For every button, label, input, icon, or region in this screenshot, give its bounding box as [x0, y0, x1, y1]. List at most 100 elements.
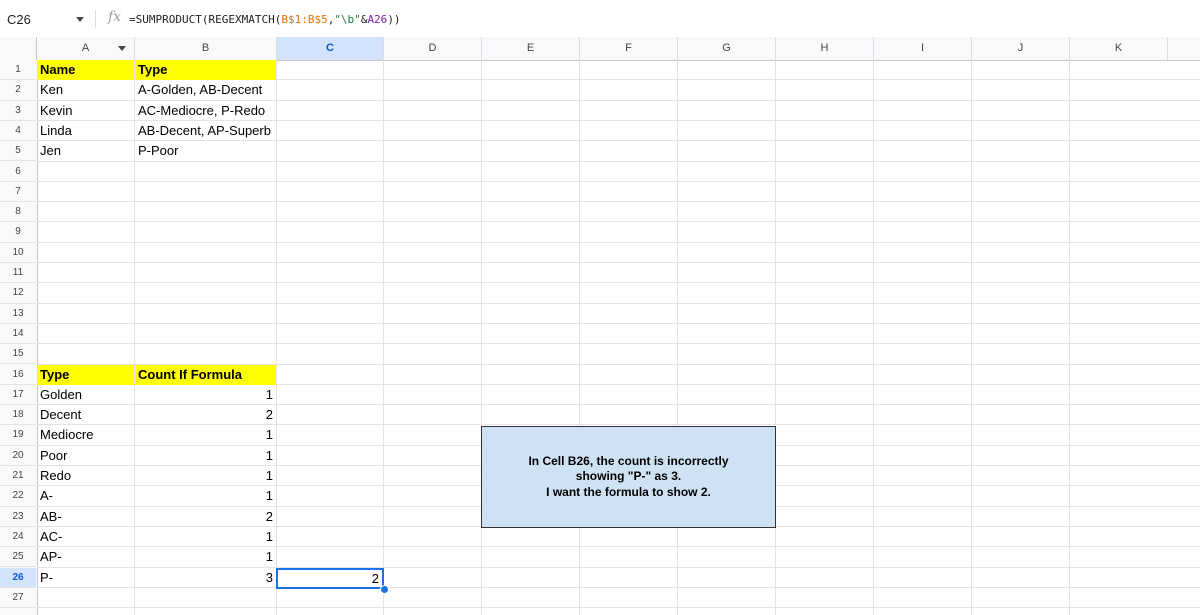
- column-header-f[interactable]: F: [580, 37, 678, 60]
- text-box-note[interactable]: In Cell B26, the count is incorrectly sh…: [481, 426, 776, 528]
- row-header-3[interactable]: 3: [0, 101, 36, 121]
- cell-count[interactable]: 1: [135, 425, 276, 445]
- select-all-corner[interactable]: [0, 37, 37, 60]
- cell-header-type2[interactable]: Type: [37, 364, 134, 385]
- gridline: [37, 241, 1200, 243]
- cell-name[interactable]: Jen: [37, 141, 134, 161]
- cell-type2[interactable]: P-: [37, 568, 134, 588]
- column-headers: ABCDEFGHIJK: [0, 37, 1200, 61]
- row-header-15[interactable]: 15: [0, 344, 36, 365]
- row-header-26[interactable]: 26: [0, 567, 36, 588]
- name-box-dropdown-icon[interactable]: [76, 17, 84, 22]
- cell-type2[interactable]: AP-: [37, 547, 134, 567]
- column-header-j[interactable]: J: [972, 37, 1070, 60]
- row-header-19[interactable]: 19: [0, 425, 36, 446]
- cell-type[interactable]: P-Poor: [135, 141, 276, 161]
- cell-name[interactable]: Kevin: [37, 101, 134, 121]
- row-header-14[interactable]: 14: [0, 324, 36, 345]
- gridline: [775, 60, 776, 615]
- row-header-7[interactable]: 7: [0, 182, 36, 203]
- row-header-25[interactable]: 25: [0, 547, 36, 568]
- cell-type2[interactable]: A-: [37, 486, 134, 506]
- formula-input[interactable]: =SUMPRODUCT(REGEXMATCH(B$1:B$5,"\b"&A26)…: [129, 13, 401, 26]
- column-header-k[interactable]: K: [1070, 37, 1168, 60]
- cell-count[interactable]: 1: [135, 486, 276, 506]
- column-header-c[interactable]: C: [277, 37, 384, 60]
- gridline: [37, 282, 1200, 284]
- cell-header-count[interactable]: Count If Formula: [135, 364, 276, 385]
- cell-count[interactable]: 2: [135, 405, 276, 425]
- selected-cell-c26[interactable]: 2: [276, 568, 384, 589]
- cell-type2[interactable]: Golden: [37, 385, 134, 405]
- cell-type[interactable]: A-Golden, AB-Decent: [135, 80, 276, 100]
- cell-type2[interactable]: Poor: [37, 446, 134, 466]
- gridline: [37, 322, 1200, 324]
- gridline: [37, 607, 1200, 609]
- row-header-9[interactable]: 9: [0, 222, 36, 243]
- cell-type[interactable]: AC-Mediocre, P-Redo: [135, 101, 276, 121]
- formula-suffix: )): [387, 13, 401, 26]
- formula-prefix: =SUMPRODUCT(REGEXMATCH(: [129, 13, 282, 26]
- column-header-a[interactable]: A: [37, 37, 135, 60]
- column-header-b[interactable]: B: [135, 37, 277, 60]
- row-header-6[interactable]: 6: [0, 162, 36, 182]
- gridline: [37, 201, 1200, 203]
- row-header-24[interactable]: 24: [0, 527, 36, 548]
- gridline: [383, 60, 384, 615]
- cell-type[interactable]: AB-Decent, AP-Superb: [135, 121, 276, 141]
- cell-name[interactable]: Linda: [37, 121, 134, 141]
- gridline: [579, 60, 580, 615]
- cell-type2[interactable]: Decent: [37, 405, 134, 425]
- sheet-grid[interactable]: Name Type Ken A-Golden, AB-Decent Kevin AC-Me…: [37, 60, 1200, 615]
- row-header-20[interactable]: 20: [0, 446, 36, 466]
- row-header-11[interactable]: 11: [0, 263, 36, 284]
- cell-type2[interactable]: Redo: [37, 466, 134, 486]
- cell-count[interactable]: 1: [135, 385, 276, 405]
- cell-type2[interactable]: AC-: [37, 527, 134, 547]
- row-header-27[interactable]: 27: [0, 588, 36, 609]
- row-header-13[interactable]: 13: [0, 304, 36, 324]
- gridline: [971, 60, 972, 615]
- row-header-1[interactable]: 1: [0, 60, 36, 81]
- cell-count[interactable]: 1: [135, 446, 276, 466]
- cell-name[interactable]: Ken: [37, 80, 134, 100]
- row-header-22[interactable]: 22: [0, 486, 36, 507]
- row-header-23[interactable]: 23: [0, 507, 36, 527]
- cell-header-name[interactable]: Name: [37, 60, 134, 80]
- gridline: [873, 60, 874, 615]
- name-box[interactable]: C26: [7, 12, 31, 27]
- row-header-5[interactable]: 5: [0, 141, 36, 162]
- column-header-h[interactable]: H: [776, 37, 874, 60]
- divider: [95, 10, 96, 28]
- cell-count[interactable]: 3: [135, 568, 276, 588]
- gridline: [677, 60, 678, 615]
- row-header-4[interactable]: 4: [0, 121, 36, 142]
- row-header-21[interactable]: 21: [0, 466, 36, 487]
- row-header-8[interactable]: 8: [0, 202, 36, 223]
- gridline: [37, 302, 1200, 304]
- row-header-12[interactable]: 12: [0, 283, 36, 304]
- row-header-2[interactable]: 2: [0, 80, 36, 101]
- column-header-e[interactable]: E: [482, 37, 580, 60]
- column-header-g[interactable]: G: [678, 37, 776, 60]
- gridline: [1069, 60, 1070, 615]
- cell-type2[interactable]: AB-: [37, 507, 134, 527]
- column-menu-icon[interactable]: [118, 46, 126, 51]
- cell-header-type[interactable]: Type: [135, 60, 276, 80]
- cell-count[interactable]: 1: [135, 466, 276, 486]
- gridline: [481, 60, 482, 615]
- cell-count[interactable]: 2: [135, 507, 276, 527]
- cell-type2[interactable]: Mediocre: [37, 425, 134, 445]
- gridline: [37, 221, 1200, 223]
- row-header-10[interactable]: 10: [0, 243, 36, 263]
- column-header-i[interactable]: I: [874, 37, 972, 60]
- row-header-18[interactable]: 18: [0, 405, 36, 426]
- row-header-17[interactable]: 17: [0, 385, 36, 406]
- row-header-16[interactable]: 16: [0, 365, 36, 385]
- note-line: I want the formula to show 2.: [546, 484, 711, 499]
- cell-count[interactable]: 1: [135, 547, 276, 567]
- column-header-d[interactable]: D: [384, 37, 482, 60]
- note-line: In Cell B26, the count is incorrectly: [528, 453, 729, 468]
- cell-count[interactable]: 1: [135, 527, 276, 547]
- fill-handle[interactable]: [380, 585, 389, 594]
